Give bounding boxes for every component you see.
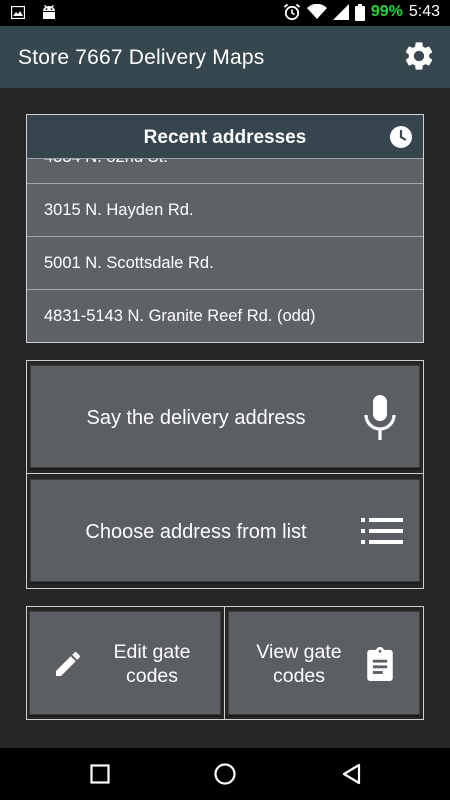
recent-addresses-list[interactable]: 4334 N. 82nd St. 3015 N. Hayden Rd. 5001… <box>27 131 423 342</box>
say-address-button[interactable]: Say the delivery address <box>30 365 420 468</box>
image-icon <box>11 6 25 19</box>
view-gate-codes-button[interactable]: View gate codes <box>228 611 420 715</box>
edit-gate-codes-label: Edit gate codes <box>113 641 191 687</box>
android-icon <box>43 5 55 19</box>
gate-codes-group: Edit gate codes View gate codes <box>26 606 424 720</box>
clock-icon[interactable] <box>389 125 413 149</box>
list-icon <box>361 518 403 544</box>
alarm-icon <box>283 3 300 21</box>
signal-icon <box>332 4 349 20</box>
home-circle-icon[interactable] <box>213 762 237 786</box>
list-item[interactable]: 3015 N. Hayden Rd. <box>27 184 423 237</box>
app-bar: Store 7667 Delivery Maps <box>0 26 450 88</box>
group-divider <box>27 473 423 474</box>
battery-icon <box>354 3 365 21</box>
address-input-group: Say the delivery address Choose address … <box>26 360 424 589</box>
wifi-icon <box>306 4 327 19</box>
view-gate-codes-label: View gate codes <box>256 641 342 687</box>
app-title: Store 7667 Delivery Maps <box>18 46 265 69</box>
recent-addresses-title: Recent addresses <box>143 127 307 148</box>
clipboard-icon <box>367 647 393 681</box>
list-item[interactable]: 4831-5143 N. Granite Reef Rd. (odd) <box>27 290 423 342</box>
edit-gate-codes-button[interactable]: Edit gate codes <box>29 611 221 715</box>
recent-addresses-header: Recent addresses <box>27 115 423 159</box>
choose-address-button[interactable]: Choose address from list <box>30 479 420 582</box>
pencil-icon <box>56 651 81 676</box>
navigation-bar <box>0 748 450 800</box>
recents-square-icon[interactable] <box>88 762 112 786</box>
settings-button[interactable] <box>402 39 436 73</box>
clock-time: 5:43 <box>408 3 440 20</box>
back-triangle-icon[interactable] <box>340 762 364 786</box>
gate-divider <box>224 607 225 719</box>
choose-address-label: Choose address from list <box>85 521 307 543</box>
list-item[interactable]: 5001 N. Scottsdale Rd. <box>27 237 423 290</box>
say-address-label: Say the delivery address <box>86 407 306 429</box>
gear-icon <box>405 42 433 70</box>
microphone-icon <box>364 395 396 440</box>
recent-addresses-card: Recent addresses 4334 N. 82nd St. 3015 N… <box>26 114 424 343</box>
status-bar: 99% 5:43 <box>0 0 450 26</box>
main-content: Recent addresses 4334 N. 82nd St. 3015 N… <box>0 88 450 748</box>
battery-percent: 99% <box>370 3 403 20</box>
